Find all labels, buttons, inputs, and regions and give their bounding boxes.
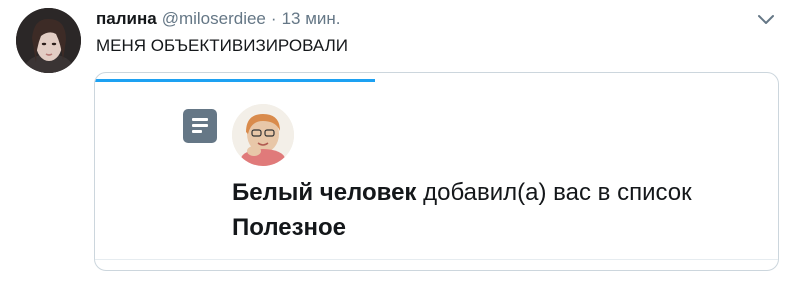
author-handle[interactable]: @miloserdiee <box>162 9 266 29</box>
notification-text: Белый человек добавил(а) вас в список <box>232 179 692 207</box>
actor-name[interactable]: Белый человек <box>232 179 416 206</box>
card-divider <box>95 259 778 260</box>
tweet: палина @miloserdiee · 13 мин. МЕНЯ ОБЪЕК… <box>0 0 794 283</box>
tweet-timestamp[interactable]: 13 мин. <box>282 9 341 29</box>
notification-action: добавил(а) вас в список <box>423 179 692 206</box>
author-avatar[interactable] <box>16 8 81 73</box>
tweet-header: палина @miloserdiee · 13 мин. <box>96 9 341 31</box>
author-name[interactable]: палина <box>96 9 157 29</box>
card-progress-bar <box>95 79 375 82</box>
chevron-down-icon[interactable] <box>756 12 776 28</box>
list-icon <box>183 109 217 143</box>
actor-avatar[interactable] <box>232 104 294 166</box>
separator-dot: · <box>270 9 277 28</box>
tweet-text: МЕНЯ ОБЪЕКТИВИЗИРОВАЛИ <box>96 36 348 55</box>
notification-card[interactable]: Белый человек добавил(а) вас в список По… <box>94 72 779 271</box>
list-name[interactable]: Полезное <box>232 214 346 242</box>
